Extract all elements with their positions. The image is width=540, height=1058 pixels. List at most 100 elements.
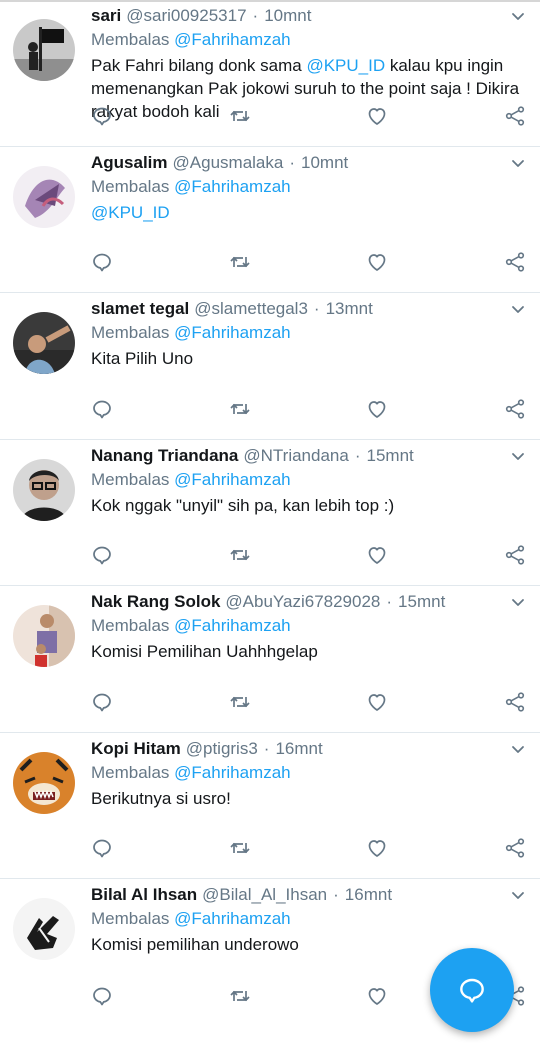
tweet-header: Kopi Hitam @ptigris3 · 16mnt <box>91 738 500 760</box>
reply-context: Membalas @Fahrihamzah <box>91 615 291 637</box>
tweet-item[interactable]: Kopi Hitam @ptigris3 · 16mnt Membalas @Fahri… <box>0 733 540 879</box>
avatar[interactable] <box>13 19 75 81</box>
action-bar <box>0 250 540 274</box>
reply-icon[interactable] <box>90 397 114 421</box>
retweet-icon[interactable] <box>228 690 252 714</box>
display-name[interactable]: slamet tegal <box>91 299 189 318</box>
user-handle[interactable]: @Bilal_Al_Ihsan <box>202 885 327 904</box>
timestamp[interactable]: 10mnt <box>264 6 311 25</box>
share-icon[interactable] <box>503 690 527 714</box>
timestamp[interactable]: 13mnt <box>326 299 373 318</box>
action-bar <box>0 690 540 714</box>
reply-mention-link[interactable]: @Fahrihamzah <box>174 30 290 49</box>
display-name[interactable]: Bilal Al Ihsan <box>91 885 197 904</box>
reply-icon[interactable] <box>90 690 114 714</box>
user-handle[interactable]: @NTriandana <box>243 446 348 465</box>
chevron-down-icon[interactable] <box>510 887 526 903</box>
avatar[interactable] <box>13 898 75 960</box>
reply-mention-link[interactable]: @Fahrihamzah <box>174 177 290 196</box>
timestamp[interactable]: 15mnt <box>398 592 445 611</box>
reply-mention-link[interactable]: @Fahrihamzah <box>174 763 290 782</box>
tweet-item[interactable]: Agusalim @Agusmalaka · 10mnt Membalas @Fahri… <box>0 147 540 293</box>
timestamp[interactable]: 10mnt <box>301 153 348 172</box>
tweet-header: Nanang Triandana @NTriandana · 15mnt <box>91 445 500 467</box>
action-bar <box>0 397 540 421</box>
share-icon[interactable] <box>503 104 527 128</box>
like-icon[interactable] <box>365 690 389 714</box>
like-icon[interactable] <box>365 543 389 567</box>
reply-prefix: Membalas <box>91 323 170 342</box>
chevron-down-icon[interactable] <box>510 301 526 317</box>
timestamp[interactable]: 16mnt <box>345 885 392 904</box>
compose-reply-button[interactable] <box>430 948 514 1032</box>
display-name[interactable]: Nanang Triandana <box>91 446 238 465</box>
retweet-icon[interactable] <box>228 543 252 567</box>
retweet-icon[interactable] <box>228 250 252 274</box>
reply-context: Membalas @Fahrihamzah <box>91 908 291 930</box>
tweet-item[interactable]: Nak Rang Solok @AbuYazi67829028 · 15mnt Memb… <box>0 586 540 733</box>
tweet-timeline: sari @sari00925317 · 10mnt Membalas @Fahriha… <box>0 0 540 1026</box>
chevron-down-icon[interactable] <box>510 155 526 171</box>
user-handle[interactable]: @slamettegal3 <box>194 299 308 318</box>
reply-context: Membalas @Fahrihamzah <box>91 176 291 198</box>
reply-icon[interactable] <box>90 250 114 274</box>
reply-prefix: Membalas <box>91 469 170 489</box>
retweet-icon[interactable] <box>228 104 252 128</box>
like-icon[interactable] <box>365 397 389 421</box>
text-segment: Komisi pemilihan underowo <box>91 935 299 954</box>
chevron-down-icon[interactable] <box>510 594 526 610</box>
share-icon[interactable] <box>503 250 527 274</box>
reply-icon[interactable] <box>90 984 114 1008</box>
avatar[interactable] <box>13 165 75 228</box>
chevron-down-icon[interactable] <box>510 741 526 757</box>
retweet-icon[interactable] <box>228 397 252 421</box>
share-icon[interactable] <box>503 397 527 421</box>
avatar[interactable] <box>13 751 75 814</box>
tweet-text: Komisi Pemilihan Uahhhgelap <box>91 640 520 663</box>
text-segment: Berikutnya si usro! <box>91 788 231 808</box>
timestamp[interactable]: 15mnt <box>367 446 414 465</box>
user-handle[interactable]: @sari00925317 <box>126 6 246 25</box>
tweet-item[interactable]: sari @sari00925317 · 10mnt Membalas @Fahriha… <box>0 0 540 147</box>
avatar[interactable] <box>13 312 75 374</box>
reply-mention-link[interactable]: @Fahrihamzah <box>174 616 290 635</box>
avatar[interactable] <box>13 605 75 667</box>
reply-icon[interactable] <box>90 836 114 860</box>
tweet-item[interactable]: slamet tegal @slamettegal3 · 13mnt Membalas … <box>0 293 540 440</box>
timestamp[interactable]: 16mnt <box>275 739 322 758</box>
reply-icon[interactable] <box>90 104 114 128</box>
tweet-text: @KPU_ID <box>91 201 520 224</box>
reply-icon[interactable] <box>90 543 114 567</box>
retweet-icon[interactable] <box>228 836 252 860</box>
display-name[interactable]: sari <box>91 6 121 25</box>
user-handle[interactable]: @Agusmalaka <box>173 153 284 172</box>
user-handle[interactable]: @AbuYazi67829028 <box>225 592 380 611</box>
compose-reply-icon <box>460 978 484 1003</box>
reply-mention-link[interactable]: @Fahrihamzah <box>174 470 290 489</box>
share-icon[interactable] <box>503 543 527 567</box>
chevron-down-icon[interactable] <box>510 448 526 464</box>
display-name[interactable]: Kopi Hitam <box>91 739 181 758</box>
retweet-icon[interactable] <box>228 984 252 1008</box>
tweet-text: Berikutnya si usro! <box>91 787 520 810</box>
like-icon[interactable] <box>365 104 389 128</box>
display-name[interactable]: Nak Rang Solok <box>91 592 220 611</box>
display-name[interactable]: Agusalim <box>91 153 168 172</box>
like-icon[interactable] <box>365 836 389 860</box>
user-handle[interactable]: @ptigris3 <box>186 739 258 758</box>
share-icon[interactable] <box>503 836 527 860</box>
tweet-header: slamet tegal @slamettegal3 · 13mnt <box>91 298 500 320</box>
reply-context: Membalas @Fahrihamzah <box>91 762 291 784</box>
chevron-down-icon[interactable] <box>510 8 526 24</box>
like-icon[interactable] <box>365 984 389 1008</box>
tweet-item[interactable]: Nanang Triandana @NTriandana · 15mnt Membala… <box>0 440 540 586</box>
mention-link[interactable]: @KPU_ID <box>91 203 170 222</box>
reply-prefix: Membalas <box>91 909 170 928</box>
like-icon[interactable] <box>365 250 389 274</box>
separator-dot: · <box>263 738 270 758</box>
avatar[interactable] <box>13 458 75 521</box>
reply-mention-link[interactable]: @Fahrihamzah <box>174 909 290 928</box>
mention-link[interactable]: @KPU_ID <box>306 56 385 75</box>
tweet-header: Agusalim @Agusmalaka · 10mnt <box>91 152 500 174</box>
reply-mention-link[interactable]: @Fahrihamzah <box>174 323 290 342</box>
